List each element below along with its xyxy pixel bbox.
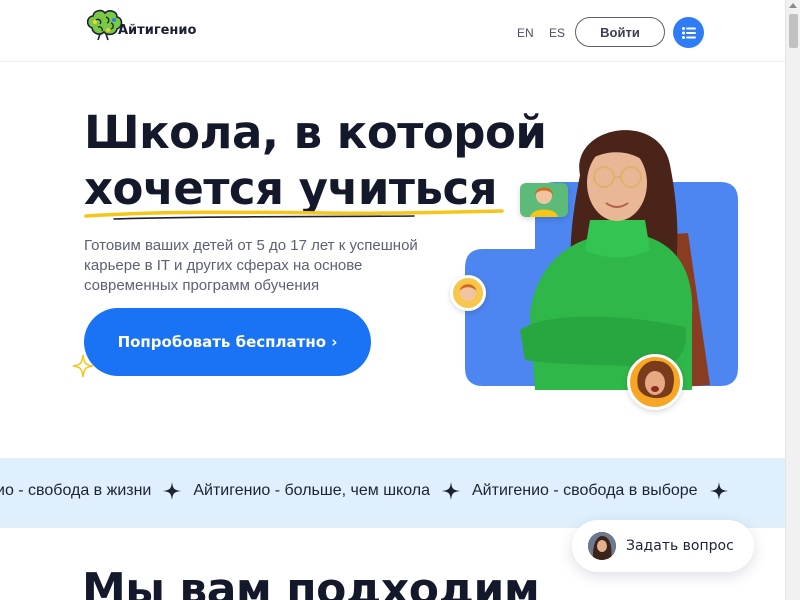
support-agent-avatar [588, 532, 616, 560]
logo-text: Айтигенио [118, 23, 197, 38]
avatar-image-2 [460, 284, 476, 301]
marquee-item: Айтигенио - свобода в выборе [472, 482, 698, 499]
site-header: Айтигенио EN ES Войти [0, 0, 785, 62]
marquee-item: ио - свобода в жизни [0, 482, 152, 499]
logo[interactable]: Айтигенио [84, 8, 196, 42]
login-button[interactable]: Войти [575, 17, 665, 47]
hero-description: Готовим ваших детей от 5 до 17 лет к усп… [84, 237, 418, 294]
scroll-thumb[interactable] [789, 14, 798, 48]
page-scrollbar[interactable] [785, 0, 800, 600]
slogan-marquee: ио - свобода в жизни Айтигенио - больше,… [0, 458, 785, 528]
ask-question-button[interactable]: Задать вопрос [572, 520, 754, 572]
student-avatar-1 [520, 183, 568, 217]
section-title: Мы вам подходим [82, 564, 540, 600]
star-icon [709, 482, 728, 500]
hero-title-line-1: Школа, в которой [84, 106, 547, 159]
star-icon [163, 482, 182, 500]
sparkle-icon [72, 354, 94, 378]
avatar-image-3 [637, 360, 675, 399]
list-icon [681, 26, 696, 39]
menu-button[interactable] [673, 17, 704, 48]
hero-student-photo [520, 130, 710, 390]
brain-logo-icon [86, 9, 123, 41]
try-free-button[interactable]: Попробовать бесплатно › [84, 308, 371, 376]
marquee-item: Айтигенио - больше, чем школа [193, 482, 430, 499]
star-icon [442, 482, 460, 500]
scroll-up-arrow-icon[interactable] [789, 3, 797, 8]
title-underline-decoration [84, 209, 504, 220]
lang-es-link[interactable]: ES [549, 26, 565, 40]
student-avatar-3 [627, 354, 683, 410]
student-avatar-2 [450, 275, 486, 311]
avatar-image-1 [530, 187, 558, 217]
lang-en-link[interactable]: EN [517, 26, 534, 40]
agent-photo [588, 532, 616, 560]
marquee-track: ио - свобода в жизни Айтигенио - больше,… [0, 482, 740, 500]
ask-question-label: Задать вопрос [626, 538, 734, 554]
